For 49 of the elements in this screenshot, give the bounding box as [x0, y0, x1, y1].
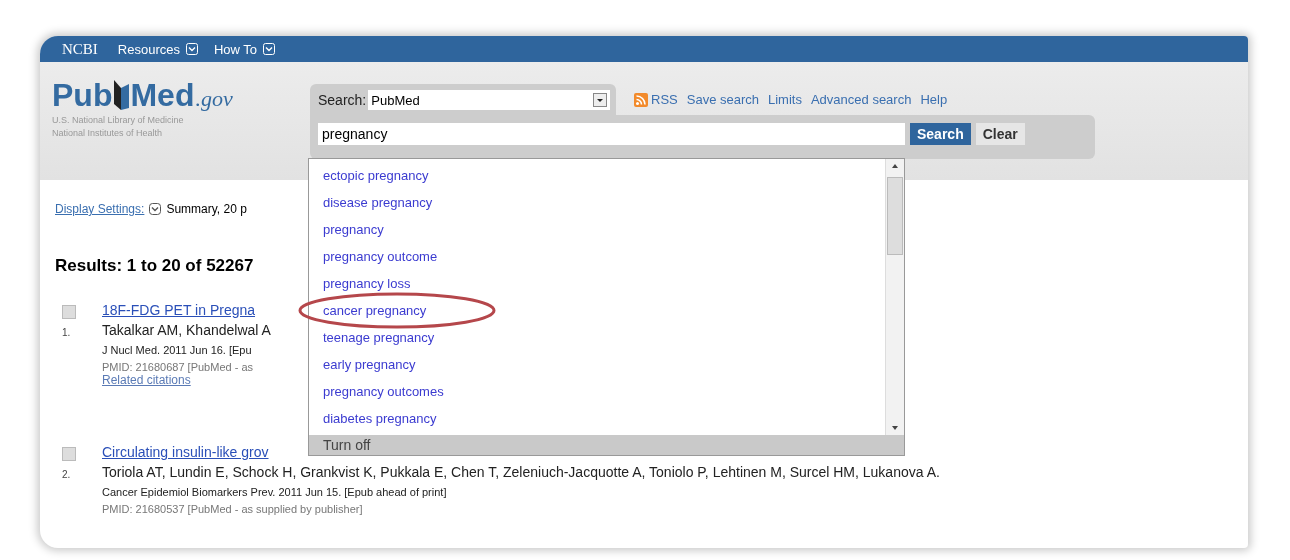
- suggestion-item[interactable]: pregnancy: [323, 222, 384, 237]
- result-number: 2.: [62, 469, 72, 480]
- logo-suffix: .gov: [195, 86, 233, 112]
- results-heading: Results: 1 to 20 of 52267: [55, 256, 254, 276]
- result-pmid: PMID: 21680537 [PubMed - as supplied by publisher]: [102, 503, 363, 515]
- search-link[interactable]: RSS: [651, 92, 678, 107]
- suggestion-item[interactable]: ectopic pregnancy: [323, 168, 429, 183]
- result-source: Cancer Epidemiol Biomarkers Prev. 2011 Jun 15. [Epub ahead of print]: [102, 486, 447, 498]
- suggestion-item[interactable]: pregnancy outcomes: [323, 384, 444, 399]
- suggestion-item[interactable]: pregnancy outcome: [323, 249, 438, 264]
- menu-link[interactable]: Resources: [117, 41, 180, 57]
- display-settings-link[interactable]: Display Settings:: [55, 202, 145, 216]
- search-link[interactable]: Advanced search: [810, 92, 912, 107]
- search-link[interactable]: Limits: [768, 92, 802, 107]
- logo-text: Med: [130, 78, 195, 112]
- suggestion-item[interactable]: diabetes pregnancy: [323, 411, 437, 426]
- logo-subtitle: U.S. National Library of Medicine: [52, 115, 185, 125]
- result-source: J Nucl Med. 2011 Jun 16. [Epu: [102, 344, 252, 356]
- search-label: Search:: [318, 92, 367, 108]
- search-link[interactable]: Save search: [686, 92, 759, 107]
- result-authors: Takalkar AM, Khandelwal A: [102, 322, 271, 338]
- ncbi-logo[interactable]: NCBI: [62, 40, 98, 58]
- suggestion-item[interactable]: disease pregnancy: [323, 195, 433, 210]
- scrollbar-thumb[interactable]: [887, 177, 903, 255]
- menu-link[interactable]: How To: [214, 41, 258, 57]
- display-settings-value: Summary, 20 p: [166, 202, 247, 216]
- turn-off-button[interactable]: Turn off: [309, 435, 904, 455]
- caret-icon: [593, 93, 607, 107]
- result-number: 1.: [62, 327, 72, 338]
- checkbox[interactable]: [62, 447, 76, 461]
- database-select[interactable]: PubMed: [368, 90, 610, 110]
- result-pmid: PMID: 21680687 [PubMed - as: [102, 361, 254, 373]
- scrollbar[interactable]: [885, 159, 904, 435]
- search-field[interactable]: pregnancy: [318, 123, 905, 145]
- book-icon: [111, 78, 132, 112]
- search-button[interactable]: Search: [910, 123, 971, 145]
- result-title-link[interactable]: 18F-FDG PET in Pregna: [102, 302, 256, 318]
- logo-text: Pub: [52, 78, 113, 112]
- search-link[interactable]: Help: [920, 92, 948, 107]
- checkbox[interactable]: [62, 305, 76, 319]
- related-citations-link[interactable]: Related citations: [102, 373, 191, 387]
- logo-subtitle: National Institutes of Health: [52, 128, 164, 138]
- result-authors: Toriola AT, Lundin E, Schock H, Grankvist K, Pukkala E, Chen T, Zeleniuch-Jacquotte A, Toniolo P, Lehtinen M, Surcel HM, Lukanova A.: [102, 464, 940, 480]
- dropdown-icon[interactable]: [149, 203, 162, 215]
- clear-button[interactable]: Clear: [975, 123, 1025, 145]
- suggestion-item[interactable]: teenage pregnancy: [323, 330, 435, 345]
- suggestion-item[interactable]: early pregnancy: [323, 357, 416, 372]
- result-title-link[interactable]: Circulating insulin-like grov: [102, 444, 269, 460]
- suggestion-item[interactable]: pregnancy loss: [323, 276, 411, 291]
